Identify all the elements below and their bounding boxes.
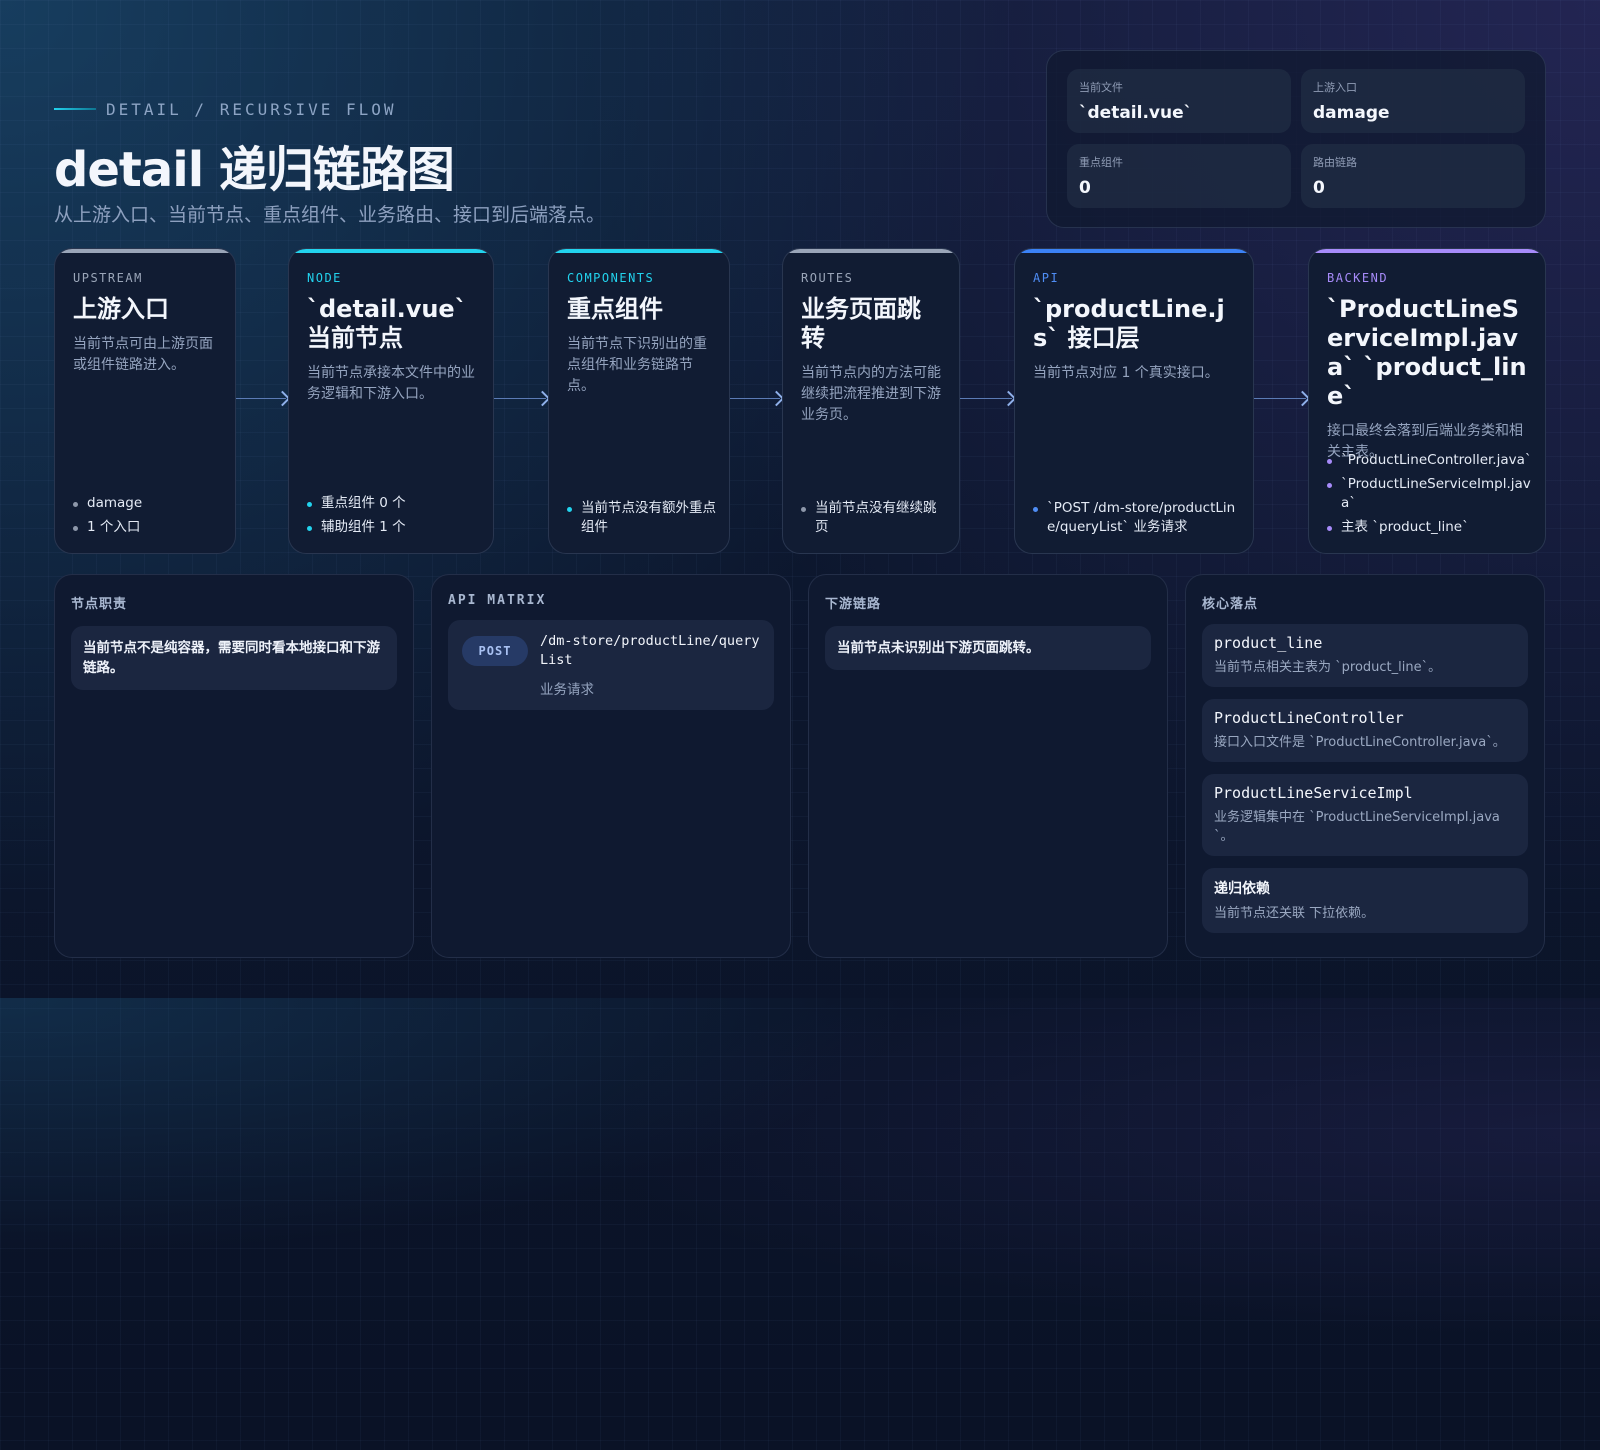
core-item-name: ProductLineController [1214, 709, 1404, 727]
flow-card-api[interactable]: API `productLine.js` 接口层 当前节点对应 1 个真实接口。… [1014, 248, 1254, 554]
flow-card-node[interactable]: NODE `detail.vue` 当前节点 当前节点承接本文件中的业务逻辑和下… [288, 248, 494, 554]
card-desc: 当前节点可由上游页面或组件链路进入。 [73, 336, 213, 373]
card-tag: BACKEND [1327, 271, 1389, 285]
stat-label: 当前文件 [1079, 81, 1123, 94]
card-tag: UPSTREAM [73, 271, 143, 285]
panel-title: 下游链路 [825, 597, 882, 612]
card-desc: 当前节点对应 1 个真实接口。 [1033, 365, 1219, 381]
panel-node-duty: 节点职责 当前节点不是纯容器，需要同时看本地接口和下游链路。 [54, 574, 414, 958]
api-row[interactable]: POST /dm-store/productLine/queryList 业务请… [448, 620, 774, 710]
card-desc: 当前节点下识别出的重点组件和业务链路节点。 [567, 336, 707, 394]
stat-value: 0 [1313, 178, 1325, 198]
stat-label: 上游入口 [1313, 81, 1357, 94]
core-item[interactable]: ProductLineServiceImpl 业务逻辑集中在 `ProductL… [1202, 774, 1528, 856]
card-list: 当前节点没有继续跳页 [801, 494, 947, 537]
flow-card-components[interactable]: COMPONENTS 重点组件 当前节点下识别出的重点组件和业务链路节点。 当前… [548, 248, 730, 554]
stat-label: 重点组件 [1079, 156, 1123, 169]
card-tag: COMPONENTS [567, 271, 655, 285]
card-tag: NODE [307, 271, 342, 285]
card-title: 上游入口 [73, 295, 169, 323]
core-item-desc: 当前节点还关联 下拉依赖。 [1214, 906, 1375, 921]
list-item: 当前节点没有额外重点组件 [567, 499, 717, 537]
list-item: `ProductLineServiceImpl.java` [1327, 475, 1533, 513]
card-desc: 当前节点承接本文件中的业务逻辑和下游入口。 [307, 365, 475, 402]
core-item[interactable]: 递归依赖 当前节点还关联 下拉依赖。 [1202, 868, 1528, 933]
stat-value: 0 [1079, 178, 1091, 198]
card-title: 业务页面跳转 [801, 295, 921, 352]
downstream-note: 当前节点未识别出下游页面跳转。 [825, 626, 1151, 670]
panel-core-landing: 核心落点 product_line 当前节点相关主表为 `product_lin… [1185, 574, 1545, 958]
arrow-right-icon [1254, 388, 1311, 408]
panel-title: 核心落点 [1202, 597, 1259, 612]
core-item[interactable]: ProductLineController 接口入口文件是 `ProductLi… [1202, 699, 1528, 762]
api-path: /dm-store/productLine/queryList [540, 633, 760, 668]
card-title: `productLine.js` 接口层 [1033, 295, 1225, 352]
card-list: `POST /dm-store/productLine/queryList` 业… [1033, 494, 1241, 537]
list-item: `ProductLineController.java` [1327, 451, 1533, 470]
list-item: 当前节点没有继续跳页 [801, 499, 947, 537]
card-title: 重点组件 [567, 295, 663, 323]
core-item-name: product_line [1214, 634, 1323, 652]
core-item-desc: 当前节点相关主表为 `product_line`。 [1214, 660, 1442, 675]
eyebrow-line [54, 108, 96, 110]
flow-card-routes[interactable]: ROUTES 业务页面跳转 当前节点内的方法可能继续把流程推进到下游业务页。 当… [782, 248, 960, 554]
panel-title: 节点职责 [71, 597, 128, 612]
detail-panels: 节点职责 当前节点不是纯容器，需要同时看本地接口和下游链路。 API MATRI… [54, 574, 1546, 958]
flow-card-backend[interactable]: BACKEND `ProductLineServiceImpl.java` `p… [1308, 248, 1546, 554]
arrow-right-icon [236, 388, 291, 408]
page: DETAIL / RECURSIVE FLOW detail 递归链路图 从上游… [0, 0, 1600, 1450]
arrow-right-icon [494, 388, 551, 408]
core-item[interactable]: product_line 当前节点相关主表为 `product_line`。 [1202, 624, 1528, 687]
eyebrow: DETAIL / RECURSIVE FLOW [54, 99, 397, 119]
list-item: damage [73, 494, 223, 513]
arrow-right-icon [960, 388, 1017, 408]
stat-components: 重点组件 0 [1067, 144, 1291, 208]
core-item-desc: 接口入口文件是 `ProductLineController.java`。 [1214, 735, 1506, 750]
list-item: `POST /dm-store/productLine/queryList` 业… [1033, 499, 1241, 537]
stat-current-file: 当前文件 `detail.vue` [1067, 69, 1291, 133]
flow-row: UPSTREAM 上游入口 当前节点可由上游页面或组件链路进入。 damage … [54, 248, 1546, 554]
card-list: damage 1 个入口 [73, 489, 223, 537]
stat-value: damage [1313, 103, 1390, 123]
panel-api-matrix: API MATRIX POST /dm-store/productLine/qu… [431, 574, 791, 958]
arrow-right-icon [730, 388, 785, 408]
panel-downstream: 下游链路 当前节点未识别出下游页面跳转。 [808, 574, 1168, 958]
eyebrow-text: DETAIL / RECURSIVE FLOW [106, 99, 397, 119]
stat-label: 路由链路 [1313, 156, 1357, 169]
stat-upstream: 上游入口 damage [1301, 69, 1525, 133]
card-tag: API [1033, 271, 1060, 285]
card-list: `ProductLineController.java` `ProductLin… [1327, 446, 1533, 537]
list-item: 1 个入口 [73, 518, 223, 537]
page-title: detail 递归链路图 [54, 142, 455, 198]
stats-panel: 当前文件 `detail.vue` 上游入口 damage 重点组件 0 路由链… [1046, 50, 1546, 228]
card-list: 当前节点没有额外重点组件 [567, 494, 717, 537]
stat-routes: 路由链路 0 [1301, 144, 1525, 208]
list-item: 重点组件 0 个 [307, 494, 481, 513]
list-item: 主表 `product_line` [1327, 518, 1533, 537]
card-title: `detail.vue` 当前节点 [307, 295, 467, 352]
card-tag: ROUTES [801, 271, 854, 285]
card-desc: 当前节点内的方法可能继续把流程推进到下游业务页。 [801, 365, 941, 423]
flow-card-upstream[interactable]: UPSTREAM 上游入口 当前节点可由上游页面或组件链路进入。 damage … [54, 248, 236, 554]
core-item-name: 递归依赖 [1214, 881, 1270, 897]
core-item-name: ProductLineServiceImpl [1214, 784, 1413, 802]
panel-title: API MATRIX [448, 593, 547, 608]
stat-value: `detail.vue` [1079, 103, 1193, 123]
duty-note: 当前节点不是纯容器，需要同时看本地接口和下游链路。 [71, 626, 397, 690]
list-item: 辅助组件 1 个 [307, 518, 481, 537]
card-title: `ProductLineServiceImpl.java` `product_l… [1327, 295, 1527, 410]
api-desc: 业务请求 [540, 682, 594, 698]
core-item-desc: 业务逻辑集中在 `ProductLineServiceImpl.java`。 [1214, 810, 1500, 844]
card-list: 重点组件 0 个 辅助组件 1 个 [307, 489, 481, 537]
page-subtitle: 从上游入口、当前节点、重点组件、业务路由、接口到后端落点。 [54, 204, 606, 226]
http-method-badge: POST [462, 636, 528, 666]
